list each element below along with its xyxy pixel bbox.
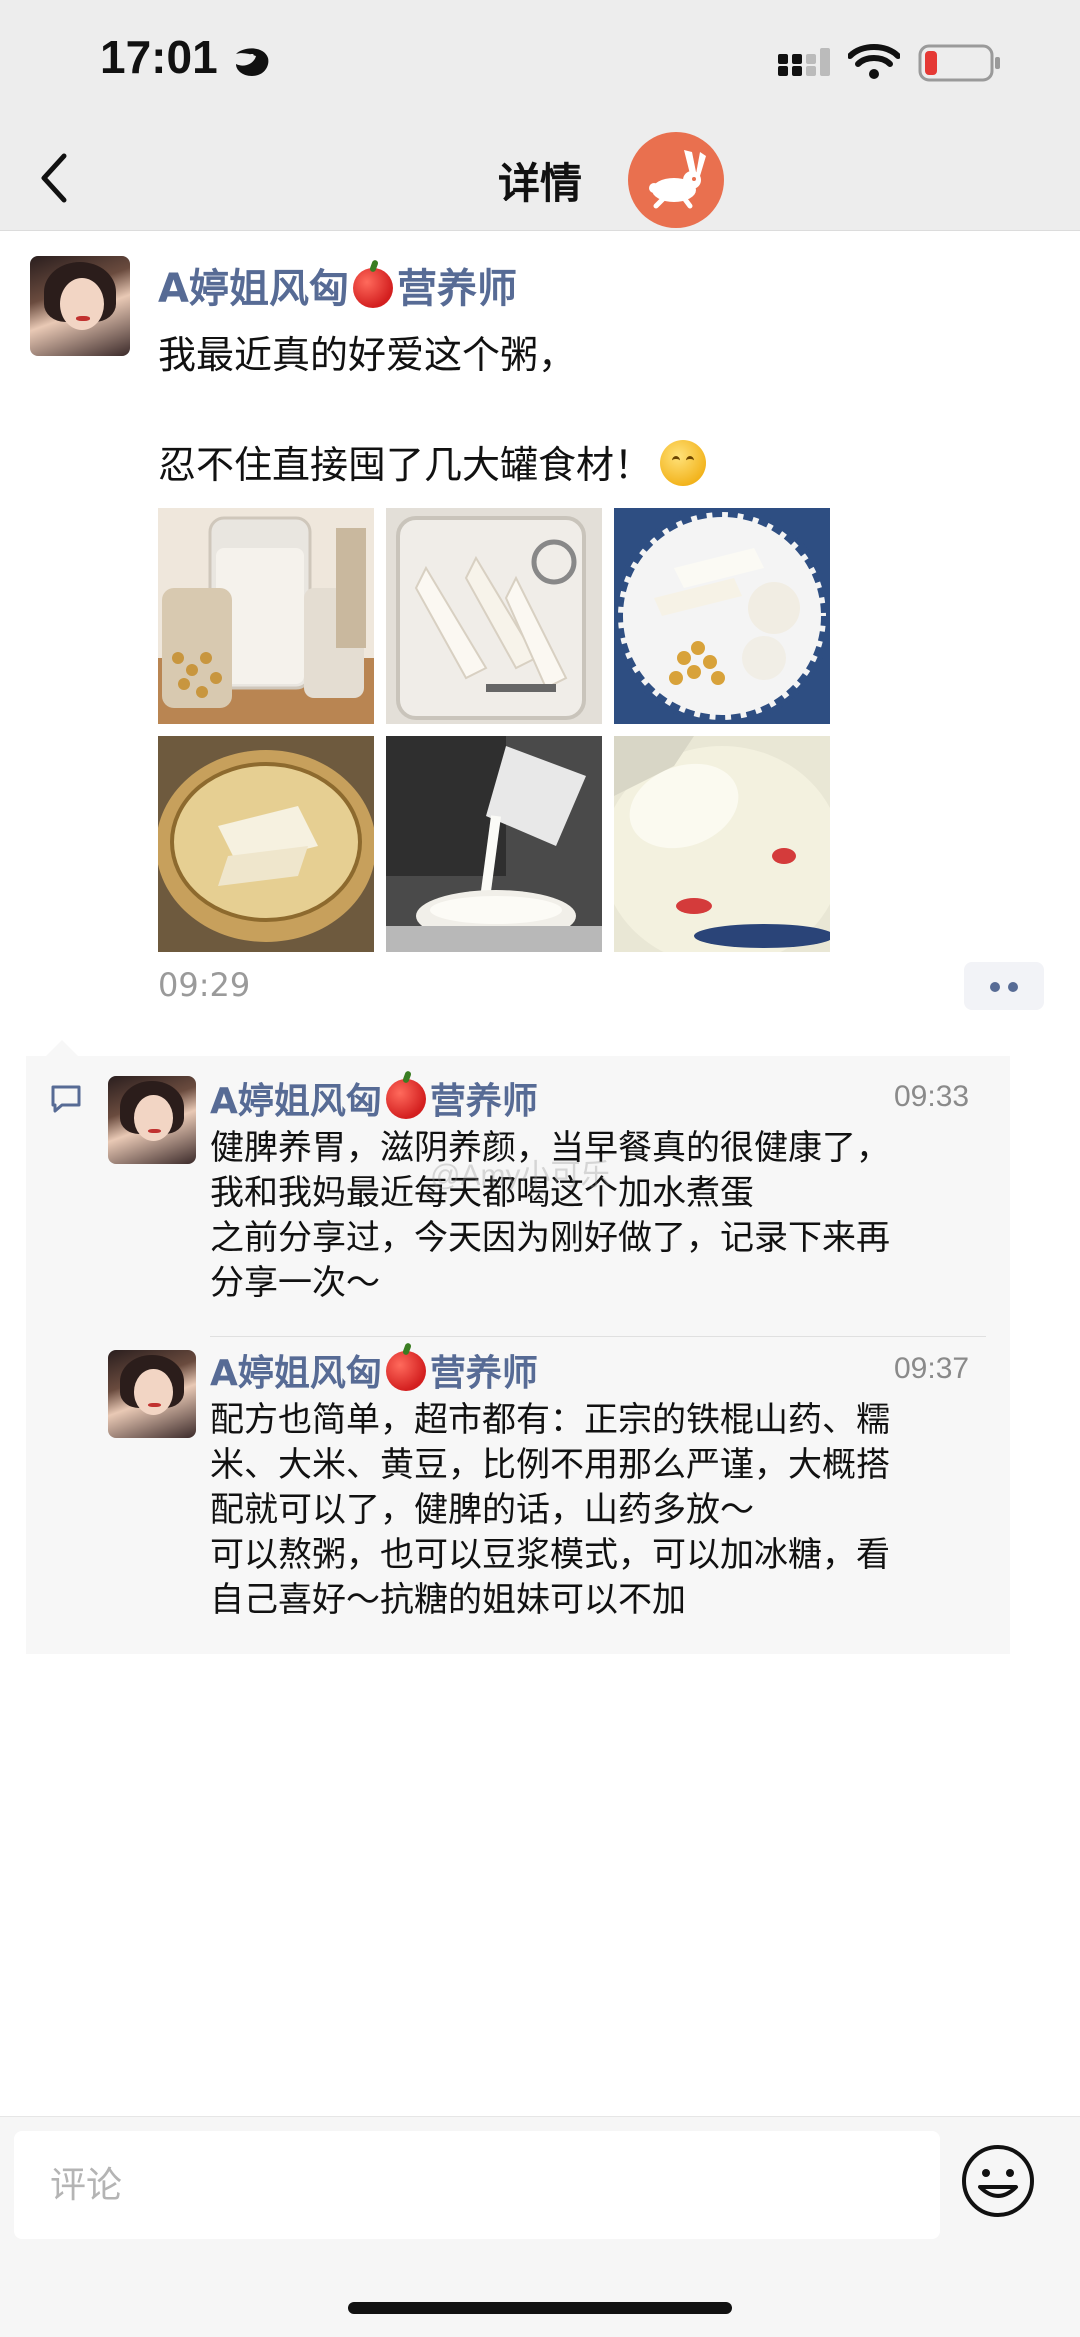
- comment-icon: [51, 1085, 81, 1113]
- page-title-text: 详情: [497, 159, 582, 208]
- post-author-name: A婷姐风匈: [158, 266, 349, 312]
- comment-text: 配方也简单，超市都有：正宗的铁棍山药、糯 米、大米、黄豆，比例不用那么严谨，大概…: [210, 1398, 990, 1623]
- comment-line: 分享一次～: [210, 1263, 380, 1303]
- status-bar: 17:01: [0, 0, 1080, 130]
- avatar[interactable]: [30, 256, 130, 356]
- comment-line: 可以熬粥，也可以豆浆模式，可以加冰糖，看: [210, 1535, 890, 1575]
- home-indicator[interactable]: [348, 2302, 732, 2314]
- comment-author-suffix: 营养师: [429, 1081, 538, 1122]
- comment-time: 09:37: [894, 1352, 970, 1385]
- apple-icon: [385, 1351, 426, 1391]
- comment-line: 之前分享过，今天因为刚好做了，记录下来再: [210, 1218, 890, 1258]
- pouring-soymilk-photo[interactable]: [386, 736, 602, 952]
- apple-icon: [352, 268, 393, 308]
- moon-icon: [236, 48, 269, 76]
- porridge-spoon-photo[interactable]: [614, 736, 830, 952]
- comment-line: 配方也简单，超市都有：正宗的铁棍山药、糯: [210, 1400, 890, 1440]
- battery-icon: [918, 44, 1000, 82]
- more-button[interactable]: [964, 962, 1044, 1010]
- comment-author[interactable]: A婷姐风匈 营养师: [210, 1344, 538, 1396]
- rabbit-badge[interactable]: [628, 132, 724, 228]
- comment-line: 米、大米、黄豆，比例不用那么严谨，大概搭: [210, 1445, 890, 1485]
- divider: [210, 1336, 986, 1337]
- comment-line: 配就可以了，健脾的话，山药多放～: [210, 1490, 754, 1530]
- status-time: 17:01: [100, 31, 218, 83]
- soaking-yam-bowl-photo[interactable]: [158, 736, 374, 952]
- comment-author[interactable]: A婷姐风匈 营养师: [210, 1072, 538, 1124]
- comment-author-suffix: 营养师: [429, 1353, 538, 1394]
- comments-pointer: [46, 1040, 78, 1056]
- comment-input[interactable]: [14, 2131, 940, 2239]
- post-text-line2-wrap: 忍不住直接囤了几大罐食材！: [158, 434, 707, 489]
- signal-icon: [778, 48, 830, 76]
- comment-time: 09:33: [894, 1080, 970, 1113]
- jars-of-grains-photo[interactable]: [158, 508, 374, 724]
- post-time: 09:29: [158, 966, 251, 1004]
- post-author[interactable]: A婷姐风匈 营养师: [158, 256, 517, 314]
- rabbit-icon: [649, 150, 706, 209]
- comment-line: 自己喜好～抗糖的姐妹可以不加: [210, 1580, 686, 1620]
- emoji-icon[interactable]: [960, 2143, 1036, 2219]
- post-text-line2: 忍不住直接囤了几大罐食材！: [158, 443, 653, 487]
- jar-of-yam-slices-photo[interactable]: [386, 508, 602, 724]
- comment-author-name: A婷姐风匈: [210, 1081, 382, 1122]
- watermark: @Amy小可乐: [430, 1159, 611, 1192]
- thinking-face-icon: [660, 440, 707, 486]
- wifi-icon: [848, 44, 900, 79]
- page-title: 详情: [0, 150, 1080, 211]
- comment-author-name: A婷姐风匈: [210, 1353, 382, 1394]
- avatar[interactable]: [108, 1350, 196, 1438]
- apple-icon: [385, 1079, 426, 1119]
- post-text-line1: 我最近真的好爱这个粥，: [158, 333, 577, 377]
- avatar[interactable]: [108, 1076, 196, 1164]
- ingredients-plate-photo[interactable]: [614, 508, 830, 724]
- nav-bar: 详情: [0, 130, 1080, 231]
- post-author-suffix: 营养师: [396, 266, 517, 312]
